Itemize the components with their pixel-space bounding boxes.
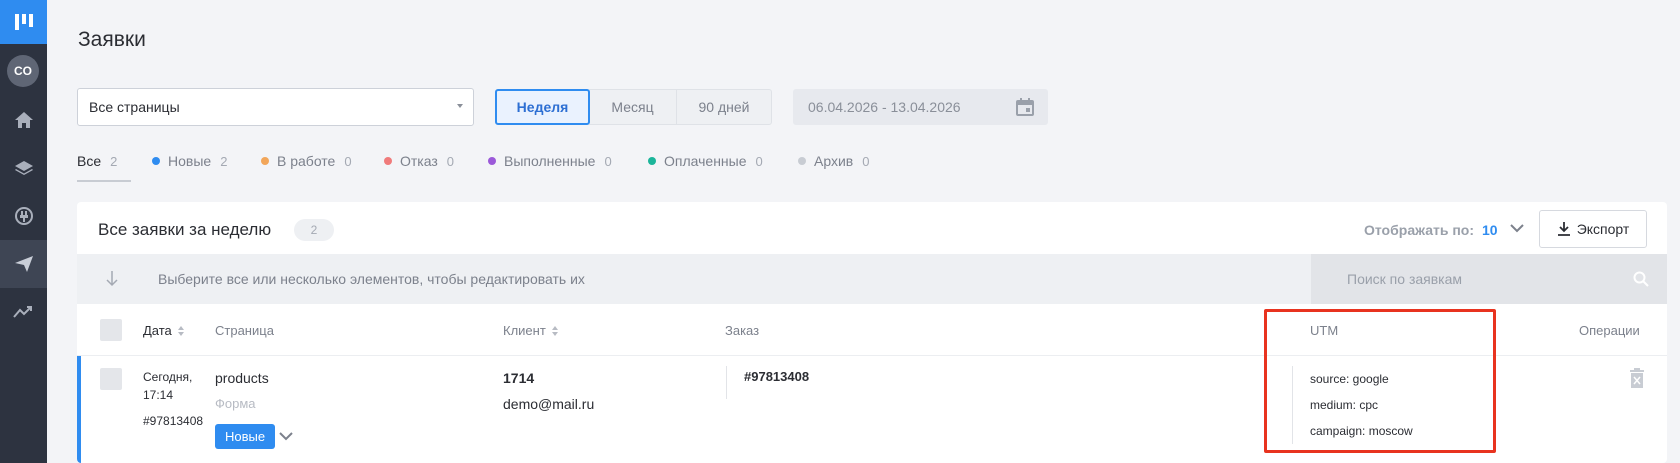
- sidebar-item-integrations[interactable]: [0, 192, 47, 240]
- tab-completed[interactable]: Выполненные 0: [488, 153, 612, 169]
- leads-count-badge: 2: [294, 219, 334, 241]
- tab-rejected[interactable]: Отказ 0: [384, 153, 454, 169]
- column-header-client[interactable]: Клиент: [503, 323, 558, 338]
- tab-all[interactable]: Все 2: [77, 153, 117, 169]
- client-name: 1714: [503, 370, 535, 386]
- tab-paid[interactable]: Оплаченные 0: [648, 153, 763, 169]
- arrow-down-icon: [106, 271, 118, 287]
- tab-new[interactable]: Новые 2: [152, 153, 227, 169]
- home-icon: [14, 112, 33, 128]
- card-title: Все заявки за неделю: [98, 220, 272, 239]
- tab-label: Оплаченные: [664, 153, 747, 169]
- search-input[interactable]: [1311, 254, 1667, 304]
- client-email[interactable]: demo@mail.ru: [503, 396, 594, 412]
- layers-icon: [14, 161, 33, 175]
- tab-count: 0: [446, 153, 455, 169]
- analytics-icon: [12, 306, 32, 318]
- tab-label: Архив: [814, 153, 854, 169]
- column-header-date[interactable]: Дата: [143, 323, 184, 338]
- calendar-icon[interactable]: [1016, 98, 1034, 116]
- tab-archive[interactable]: Архив 0: [798, 153, 869, 169]
- period-week-button[interactable]: Неделя: [495, 89, 590, 125]
- row-checkbox[interactable]: [100, 368, 122, 390]
- utm-campaign: campaign: moscow: [1310, 424, 1413, 438]
- row-date: Сегодня,: [143, 370, 193, 384]
- sidebar-item-layers[interactable]: [0, 144, 47, 192]
- date-range-value: 06.04.2026 - 13.04.2026: [808, 99, 961, 115]
- status-dot: [798, 157, 806, 165]
- chevron-down-icon[interactable]: [278, 429, 294, 443]
- order-number[interactable]: #97813408: [744, 369, 809, 384]
- tab-label: Все: [77, 153, 102, 169]
- tab-label: В работе: [277, 153, 336, 169]
- tab-count: 2: [220, 153, 228, 169]
- tab-in-progress[interactable]: В работе 0: [261, 153, 352, 169]
- select-all-checkbox[interactable]: [100, 319, 122, 341]
- download-icon: [1557, 222, 1570, 236]
- chevron-down-icon: [457, 104, 463, 108]
- column-header-order: Заказ: [725, 323, 760, 338]
- pages-select[interactable]: Все страницы: [77, 88, 474, 126]
- tab-count: 2: [110, 153, 118, 169]
- date-range-picker[interactable]: 06.04.2026 - 13.04.2026: [793, 89, 1048, 125]
- status-dot: [648, 157, 656, 165]
- send-icon: [14, 256, 33, 272]
- sort-icon: [551, 325, 558, 336]
- tab-count: 0: [755, 153, 763, 169]
- trash-icon[interactable]: [1629, 368, 1645, 388]
- utm-source: source: google: [1310, 372, 1389, 386]
- search-box: [1311, 254, 1667, 304]
- sidebar-item-home[interactable]: [0, 96, 47, 144]
- column-header-label: Клиент: [503, 323, 546, 338]
- period-month-button[interactable]: Месяц: [589, 89, 677, 125]
- row-id: #97813408: [143, 414, 204, 428]
- tab-count: 0: [862, 153, 870, 169]
- utm-divider: [1292, 366, 1293, 444]
- status-dot: [152, 157, 160, 165]
- utm-medium: medium: cpc: [1310, 398, 1379, 412]
- table-row[interactable]: Сегодня, 17:14 #97813408 products Форма …: [77, 356, 1667, 463]
- column-header-operations: Операции: [1579, 323, 1640, 338]
- tab-label: Выполненные: [504, 153, 596, 169]
- period-90days-button[interactable]: 90 дней: [676, 89, 772, 125]
- avatar[interactable]: CO: [7, 55, 39, 87]
- column-header-label: Дата: [143, 323, 172, 338]
- sort-icon: [177, 325, 184, 336]
- chevron-down-icon[interactable]: [1509, 220, 1525, 236]
- plug-icon: [14, 207, 33, 225]
- row-time: 17:14: [143, 388, 174, 402]
- row-form: Форма: [215, 396, 256, 411]
- sidebar-item-leads[interactable]: [0, 240, 47, 288]
- order-divider: [726, 366, 727, 399]
- per-page-label: Отображать по:: [1364, 222, 1475, 238]
- status-dot: [488, 157, 496, 165]
- search-icon[interactable]: [1633, 271, 1649, 287]
- tab-label: Отказ: [400, 153, 438, 169]
- export-button[interactable]: Экспорт: [1539, 210, 1647, 248]
- status-dot: [261, 157, 269, 165]
- bulk-actions-bar: Выберите все или несколько элементов, чт…: [77, 254, 1667, 304]
- pages-select-value: Все страницы: [89, 99, 180, 115]
- row-status-accent: [77, 356, 81, 463]
- tab-label: Новые: [168, 153, 212, 169]
- column-header-utm: UTM: [1310, 323, 1339, 338]
- tab-count: 0: [344, 153, 352, 169]
- tab-count: 0: [604, 153, 612, 169]
- table-header: Дата Страница Клиент Заказ UTM Операции: [77, 304, 1667, 356]
- bulk-hint: Выберите все или несколько элементов, чт…: [158, 271, 585, 287]
- status-badge[interactable]: Новые: [215, 424, 276, 449]
- sidebar-item-analytics[interactable]: [0, 288, 47, 336]
- per-page-select[interactable]: 10: [1482, 222, 1498, 238]
- page-title: Заявки: [78, 28, 146, 51]
- status-dot: [384, 157, 392, 165]
- row-page[interactable]: products: [215, 370, 269, 386]
- sidebar: CO: [0, 0, 47, 463]
- export-label: Экспорт: [1576, 221, 1630, 237]
- active-tab-indicator: [77, 180, 131, 182]
- column-header-page: Страница: [215, 323, 274, 338]
- logo[interactable]: [0, 0, 47, 44]
- leads-card: Все заявки за неделю 2 Отображать по: 10…: [77, 202, 1667, 463]
- logo-icon: [14, 14, 33, 30]
